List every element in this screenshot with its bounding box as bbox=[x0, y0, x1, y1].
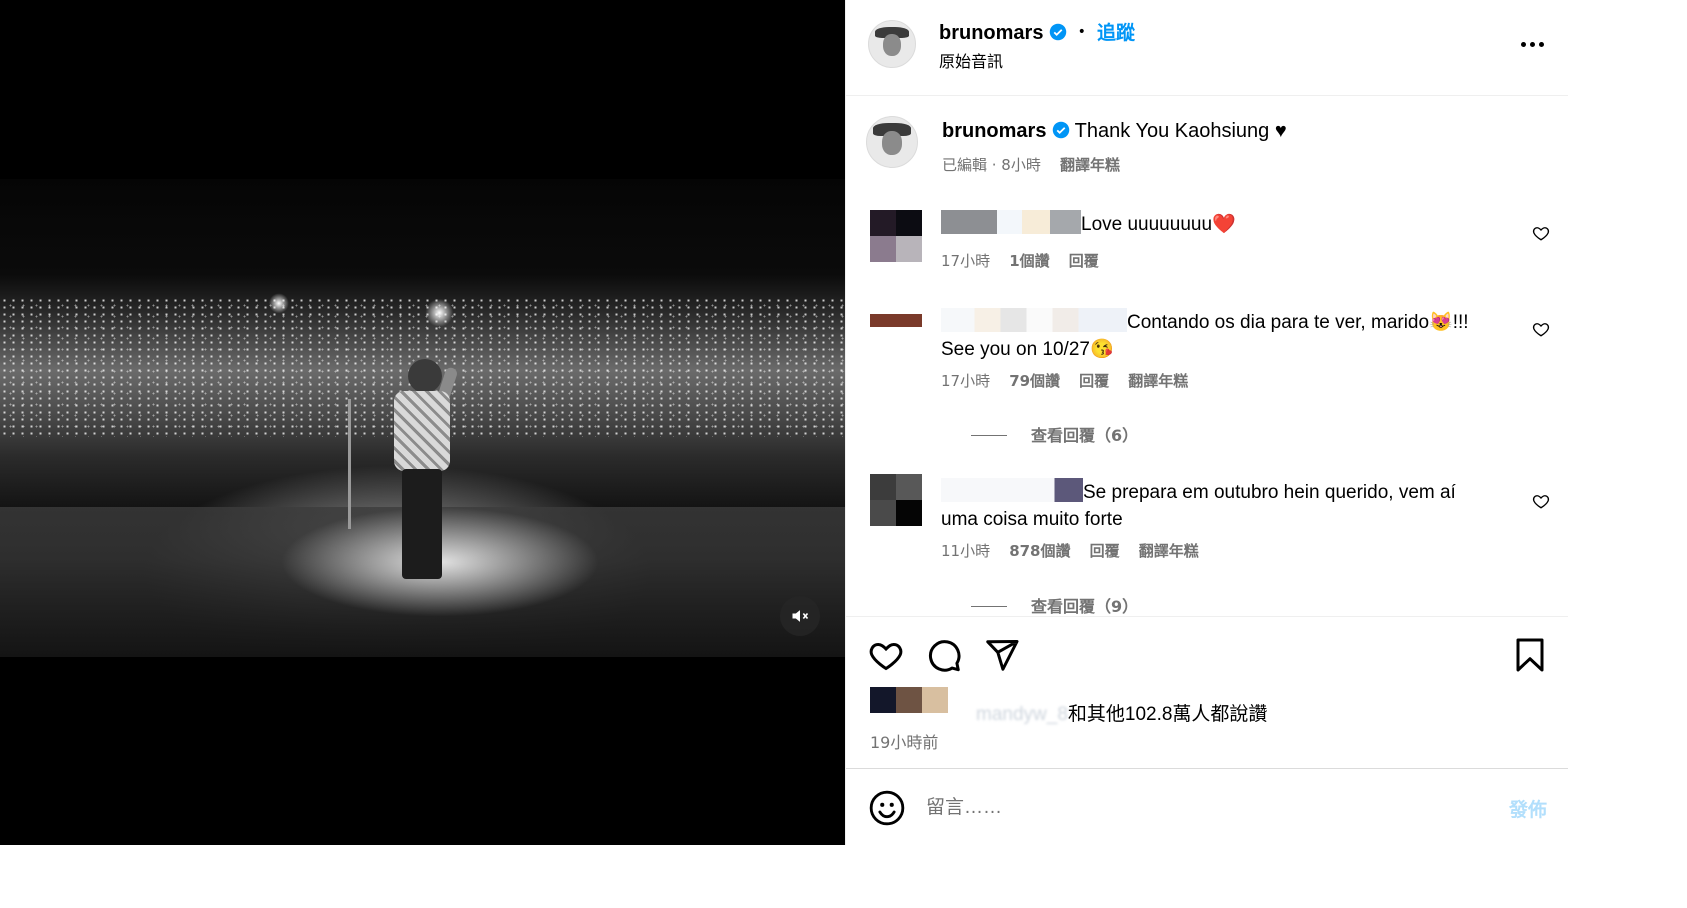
comment-like-count[interactable]: 1個讚 bbox=[1009, 252, 1049, 270]
post-media[interactable] bbox=[0, 0, 845, 845]
post-time[interactable]: 19小時前 bbox=[870, 729, 938, 753]
comment-text: Se prepara em outubro hein querido, vem … bbox=[941, 478, 1510, 533]
comment-like-count[interactable]: 79個讚 bbox=[1009, 372, 1060, 390]
author-line: brunomars • 追蹤 bbox=[939, 18, 1135, 45]
action-bar: mandyw_8和其他102.8萬人都說讚 19小時前 bbox=[846, 616, 1569, 768]
performer-figure bbox=[388, 359, 459, 589]
reply-button[interactable]: 回覆 bbox=[1079, 372, 1109, 390]
comment-exclaim: !!! bbox=[1452, 312, 1469, 333]
commenter-avatar[interactable] bbox=[870, 210, 922, 262]
author-username[interactable]: brunomars bbox=[939, 22, 1043, 44]
comment-input[interactable] bbox=[926, 791, 1466, 825]
bottom-margin bbox=[0, 845, 1568, 908]
separator-dot: • bbox=[1077, 24, 1086, 40]
comment-time: 11小時 bbox=[941, 542, 991, 560]
caption-meta: 已編輯 · 8小時 bbox=[942, 156, 1041, 174]
comment-meta: 11小時 878個讚 回覆 翻譯年糕 bbox=[941, 540, 1199, 561]
mute-toggle-button[interactable] bbox=[780, 596, 820, 636]
mic-stand bbox=[348, 399, 351, 529]
heart-eyes-cat-emoji: 😻 bbox=[1429, 312, 1453, 333]
heart-icon[interactable] bbox=[868, 637, 904, 673]
translate-link[interactable]: 翻譯年糕 bbox=[1128, 372, 1188, 390]
comment-body-line2: See you on 10/27 bbox=[941, 339, 1090, 360]
reply-button[interactable]: 回覆 bbox=[1069, 252, 1099, 270]
concert-photo[interactable] bbox=[0, 179, 845, 657]
commenter-avatar[interactable] bbox=[870, 314, 922, 340]
audio-label[interactable]: 原始音訊 bbox=[939, 48, 1003, 72]
verified-badge-icon bbox=[1049, 23, 1066, 41]
right-margin bbox=[1568, 0, 1687, 908]
caption-translate-link[interactable]: 翻譯年糕 bbox=[1060, 156, 1120, 174]
reply-button[interactable]: 回覆 bbox=[1090, 542, 1120, 560]
post-comment-button[interactable]: 發佈 bbox=[1509, 795, 1547, 822]
comment-like-count[interactable]: 878個讚 bbox=[1009, 542, 1070, 560]
post-header: brunomars • 追蹤 原始音訊 bbox=[846, 0, 1569, 96]
translate-link[interactable]: 翻譯年糕 bbox=[1139, 542, 1199, 560]
smiley-icon[interactable] bbox=[868, 789, 906, 827]
comment-item: Contando os dia para te ver, marido😻!!! … bbox=[870, 308, 1550, 445]
speaker-muted-icon bbox=[792, 610, 809, 622]
view-replies-button[interactable]: 查看回覆（9） bbox=[971, 593, 1138, 616]
commenter-avatar[interactable] bbox=[870, 474, 922, 526]
comment-meta: 17小時 1個讚 回覆 bbox=[941, 250, 1099, 271]
comment-composer: 發佈 bbox=[846, 768, 1569, 845]
caption-meta-row: 已編輯 · 8小時 翻譯年糕 bbox=[942, 154, 1120, 175]
blurred-username[interactable] bbox=[941, 210, 1081, 234]
heart-emoji: ❤️ bbox=[1212, 214, 1236, 235]
comment-body: Se prepara em outubro hein querido, vem … bbox=[1083, 482, 1456, 503]
comment-time: 17小時 bbox=[941, 372, 991, 390]
comment-item: Se prepara em outubro hein querido, vem … bbox=[870, 474, 1550, 616]
caption-username[interactable]: brunomars bbox=[942, 120, 1046, 142]
follow-button[interactable]: 追蹤 bbox=[1097, 23, 1135, 44]
speech-bubble-icon[interactable] bbox=[926, 637, 962, 673]
heart-icon[interactable] bbox=[1532, 492, 1550, 510]
heart-icon[interactable] bbox=[1532, 320, 1550, 338]
bookmark-icon[interactable] bbox=[1512, 637, 1548, 673]
kiss-emoji: 😘 bbox=[1089, 339, 1114, 360]
view-replies-button[interactable]: 查看回覆（6） bbox=[971, 422, 1138, 446]
post-side-panel: brunomars • 追蹤 原始音訊 brunomars Thank You … bbox=[845, 0, 1569, 845]
instagram-post-modal: brunomars • 追蹤 原始音訊 brunomars Thank You … bbox=[0, 0, 1687, 908]
comment-body: Love uuuuuuuu bbox=[1081, 214, 1213, 235]
caption-text: Thank You Kaohsiung ♥ bbox=[1074, 120, 1287, 142]
caption-avatar[interactable] bbox=[866, 116, 918, 168]
likes-text: mandyw_8和其他102.8萬人都說讚 bbox=[870, 699, 1267, 726]
comment-item: Love uuuuuuuu❤️ 17小時 1個讚 回覆 bbox=[870, 210, 1550, 280]
blurred-liker-name[interactable]: mandyw_8 bbox=[976, 704, 1068, 725]
author-avatar[interactable] bbox=[868, 20, 916, 68]
verified-badge-icon bbox=[1052, 121, 1069, 139]
comment-body: Contando os dia para te ver, marido bbox=[1127, 312, 1430, 333]
comment-meta: 17小時 79個讚 回覆 翻譯年糕 bbox=[941, 370, 1188, 391]
blurred-username[interactable] bbox=[941, 478, 1083, 502]
comment-time: 17小時 bbox=[941, 252, 991, 270]
comment-text: Love uuuuuuuu❤️ bbox=[941, 210, 1510, 238]
comments-list[interactable]: brunomars Thank You Kaohsiung ♥ 已編輯 · 8小… bbox=[846, 96, 1569, 616]
more-options-icon[interactable] bbox=[1517, 34, 1547, 54]
paper-plane-icon[interactable] bbox=[984, 637, 1020, 673]
blurred-username[interactable] bbox=[941, 308, 1127, 332]
heart-icon[interactable] bbox=[1532, 224, 1550, 242]
caption-line: brunomars Thank You Kaohsiung ♥ bbox=[942, 120, 1287, 143]
comment-body-line2: uma coisa muito forte bbox=[941, 509, 1123, 530]
likes-count-text: 和其他102.8萬人都說讚 bbox=[1067, 704, 1268, 725]
comment-text: Contando os dia para te ver, marido😻!!! … bbox=[941, 308, 1510, 363]
